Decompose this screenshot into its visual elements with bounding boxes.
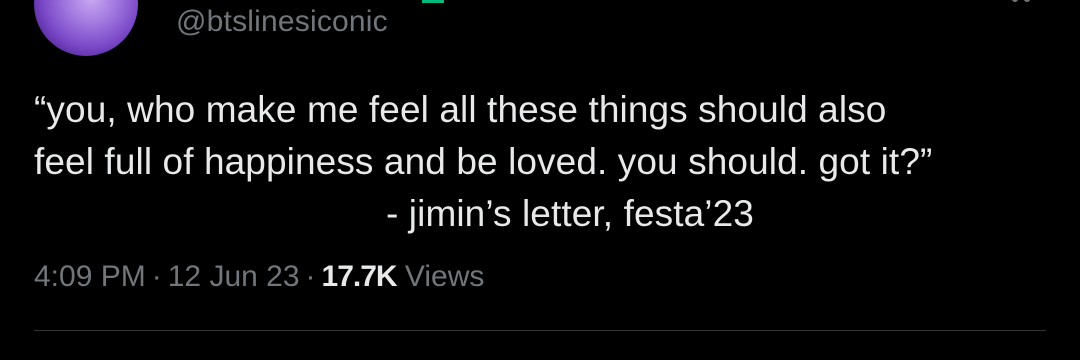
tweet-text: “you, who make me feel all these things … xyxy=(34,84,1044,240)
tweet-time[interactable]: 4:09 PM xyxy=(34,260,146,293)
user-handle[interactable]: @btslinesiconic xyxy=(176,4,388,40)
views-count[interactable]: 17.7K xyxy=(322,260,398,293)
views-label[interactable]: Views xyxy=(405,260,484,293)
verified-badge-icon xyxy=(422,0,444,3)
tweet-text-line: feel full of happiness and be loved. you… xyxy=(34,141,933,182)
tweet-meta: 4:09 PM · 12 Jun 23 · 17.7K Views xyxy=(34,258,484,296)
meta-separator: · xyxy=(151,260,162,293)
meta-separator: · xyxy=(305,260,316,293)
more-options-icon[interactable] xyxy=(1012,0,1032,6)
tweet-attribution: - jimin’s letter, festa’23 xyxy=(386,193,754,234)
divider xyxy=(34,330,1046,331)
tweet-text-line: “you, who make me feel all these things … xyxy=(34,89,887,130)
tweet-date[interactable]: 12 Jun 23 xyxy=(168,260,300,293)
avatar[interactable] xyxy=(34,0,138,56)
